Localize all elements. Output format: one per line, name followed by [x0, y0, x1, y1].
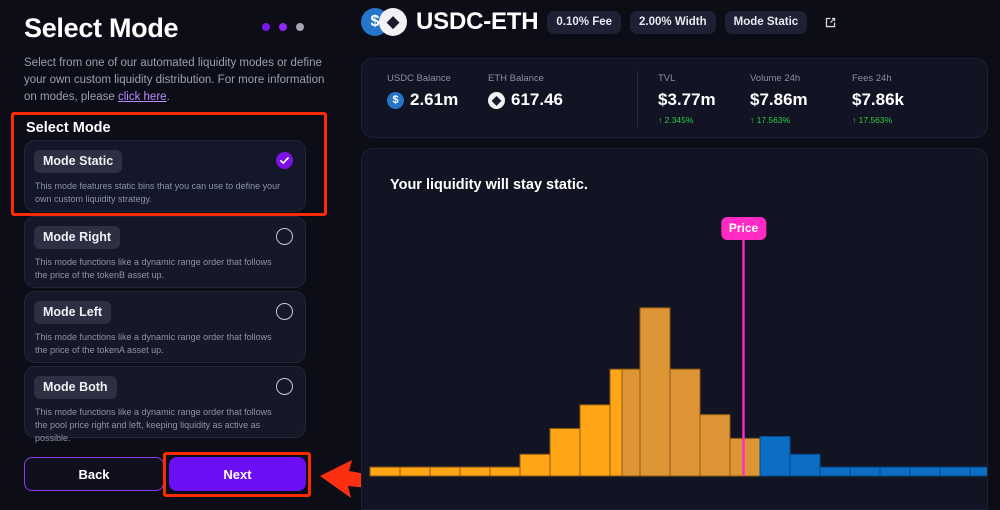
- chart-bar-overlay: [699, 414, 731, 477]
- chart-bar-overlay: [621, 368, 641, 477]
- chart-bar: [909, 466, 941, 477]
- mode-chip: Mode Static: [724, 10, 808, 34]
- step-indicator: [262, 23, 304, 31]
- stat-label: USDC Balance: [387, 73, 451, 84]
- chart-bar: [489, 466, 521, 477]
- stat-volume-24h: Volume 24h $7.86m ↑ 17.563%: [750, 73, 808, 125]
- external-link-icon[interactable]: [820, 12, 840, 32]
- mode-description: This mode functions like a dynamic range…: [35, 407, 272, 443]
- stat-tvl: TVL $3.77m ↑ 2.345%: [658, 73, 716, 125]
- stat-value: $7.86m: [750, 90, 808, 109]
- stat-label: ETH Balance: [488, 73, 544, 84]
- mode-radio-left[interactable]: [276, 303, 293, 320]
- stat-label: Fees 24h: [852, 73, 892, 84]
- chart-bar: [939, 466, 971, 477]
- stat-number: 617.46: [511, 90, 563, 109]
- eth-icon: ◆: [379, 8, 407, 36]
- pool-detail-panel: $ ◆ USDC-ETH 0.10% Fee 2.00% Width Mode …: [352, 0, 1000, 510]
- eth-coin-icon: ◆: [488, 91, 505, 109]
- price-line: [742, 237, 745, 476]
- mode-chip-label: Mode Right: [34, 226, 121, 249]
- stat-value: $3.77m: [658, 90, 716, 109]
- mode-radio-static[interactable]: [276, 152, 293, 169]
- stat-value: $ 2.61m: [387, 90, 458, 110]
- mode-option-both[interactable]: Mode Both This mode functions like a dyn…: [24, 366, 306, 443]
- chart-bar: [399, 466, 431, 477]
- stat-label: Volume 24h: [750, 73, 801, 84]
- liquidity-distribution-chart[interactable]: [362, 149, 988, 510]
- mode-description: This mode features static bins that you …: [35, 181, 281, 204]
- app-root: Select Mode Select from one of our autom…: [0, 0, 1000, 510]
- step-dot-1[interactable]: [262, 23, 270, 31]
- chart-bar: [879, 466, 911, 477]
- page-title: Select Mode: [24, 13, 179, 43]
- chart-bar: [429, 466, 461, 477]
- mode-chip-label: Mode Both: [34, 376, 117, 399]
- fee-chip: 0.10% Fee: [547, 10, 622, 34]
- chart-bar: [849, 466, 881, 477]
- click-here-link[interactable]: click here: [118, 91, 167, 103]
- next-button[interactable]: Next: [169, 457, 306, 491]
- chart-bar-overlay: [729, 437, 761, 477]
- chart-bar: [579, 404, 611, 477]
- chart-bar: [369, 466, 401, 477]
- mode-option-right[interactable]: Mode Right This mode functions like a dy…: [24, 216, 306, 288]
- pool-stats-card: USDC Balance $ 2.61m ETH Balance ◆ 617.4…: [361, 58, 988, 138]
- mode-chip-label: Mode Static: [34, 150, 123, 173]
- mode-description: This mode functions like a dynamic range…: [35, 257, 272, 280]
- mode-option-left[interactable]: Mode Left This mode functions like a dyn…: [24, 291, 306, 363]
- mode-option-static[interactable]: Mode Static This mode features static bi…: [24, 140, 306, 212]
- width-chip: 2.00% Width: [630, 10, 716, 34]
- intro-text-after: .: [166, 91, 170, 103]
- chart-bar: [789, 453, 821, 477]
- intro-paragraph: Select from one of our automated liquidi…: [24, 55, 326, 106]
- stat-value: $7.86k: [852, 90, 904, 109]
- chart-bar: [519, 453, 551, 477]
- pair-name: USDC-ETH: [416, 8, 539, 35]
- section-label-select-mode: Select Mode: [26, 120, 111, 136]
- back-button[interactable]: Back: [24, 457, 164, 491]
- mode-chip-label: Mode Left: [34, 301, 112, 324]
- intro-text-before: Select from one of our automated liquidi…: [24, 57, 325, 103]
- chart-bar: [549, 428, 581, 477]
- mode-description: This mode functions like a dynamic range…: [35, 332, 272, 355]
- stat-usdc-balance: USDC Balance $ 2.61m: [387, 73, 458, 110]
- chart-bar: [819, 466, 851, 477]
- step-dot-3[interactable]: [296, 23, 304, 31]
- liquidity-chart-card: Your liquidity will stay static. Price: [361, 148, 988, 510]
- mode-radio-right[interactable]: [276, 228, 293, 245]
- stat-delta: ↑ 2.345%: [658, 115, 694, 125]
- mode-radio-both[interactable]: [276, 378, 293, 395]
- usdc-coin-icon: $: [387, 91, 404, 109]
- chart-bar-overlay: [669, 368, 701, 477]
- pair-header: $ ◆ USDC-ETH 0.10% Fee 2.00% Width Mode …: [361, 8, 840, 36]
- chart-bar: [969, 466, 987, 477]
- select-mode-panel: Select Mode Select from one of our autom…: [0, 0, 352, 510]
- stat-delta: ↑ 17.563%: [852, 115, 893, 125]
- stat-delta: ↑ 17.563%: [750, 115, 791, 125]
- stat-eth-balance: ETH Balance ◆ 617.46: [488, 73, 563, 110]
- stat-number: 2.61m: [410, 90, 459, 109]
- chart-bar: [459, 466, 491, 477]
- chart-bar: [759, 435, 791, 477]
- stats-divider: [637, 71, 638, 127]
- stat-label: TVL: [658, 73, 676, 84]
- step-dot-2[interactable]: [279, 23, 287, 31]
- stat-fees-24h: Fees 24h $7.86k ↑ 17.563%: [852, 73, 904, 125]
- stat-value: ◆ 617.46: [488, 90, 563, 110]
- pair-token-icons: $ ◆: [361, 8, 407, 36]
- price-marker-label: Price: [720, 217, 767, 240]
- chart-bar-overlay: [639, 307, 671, 477]
